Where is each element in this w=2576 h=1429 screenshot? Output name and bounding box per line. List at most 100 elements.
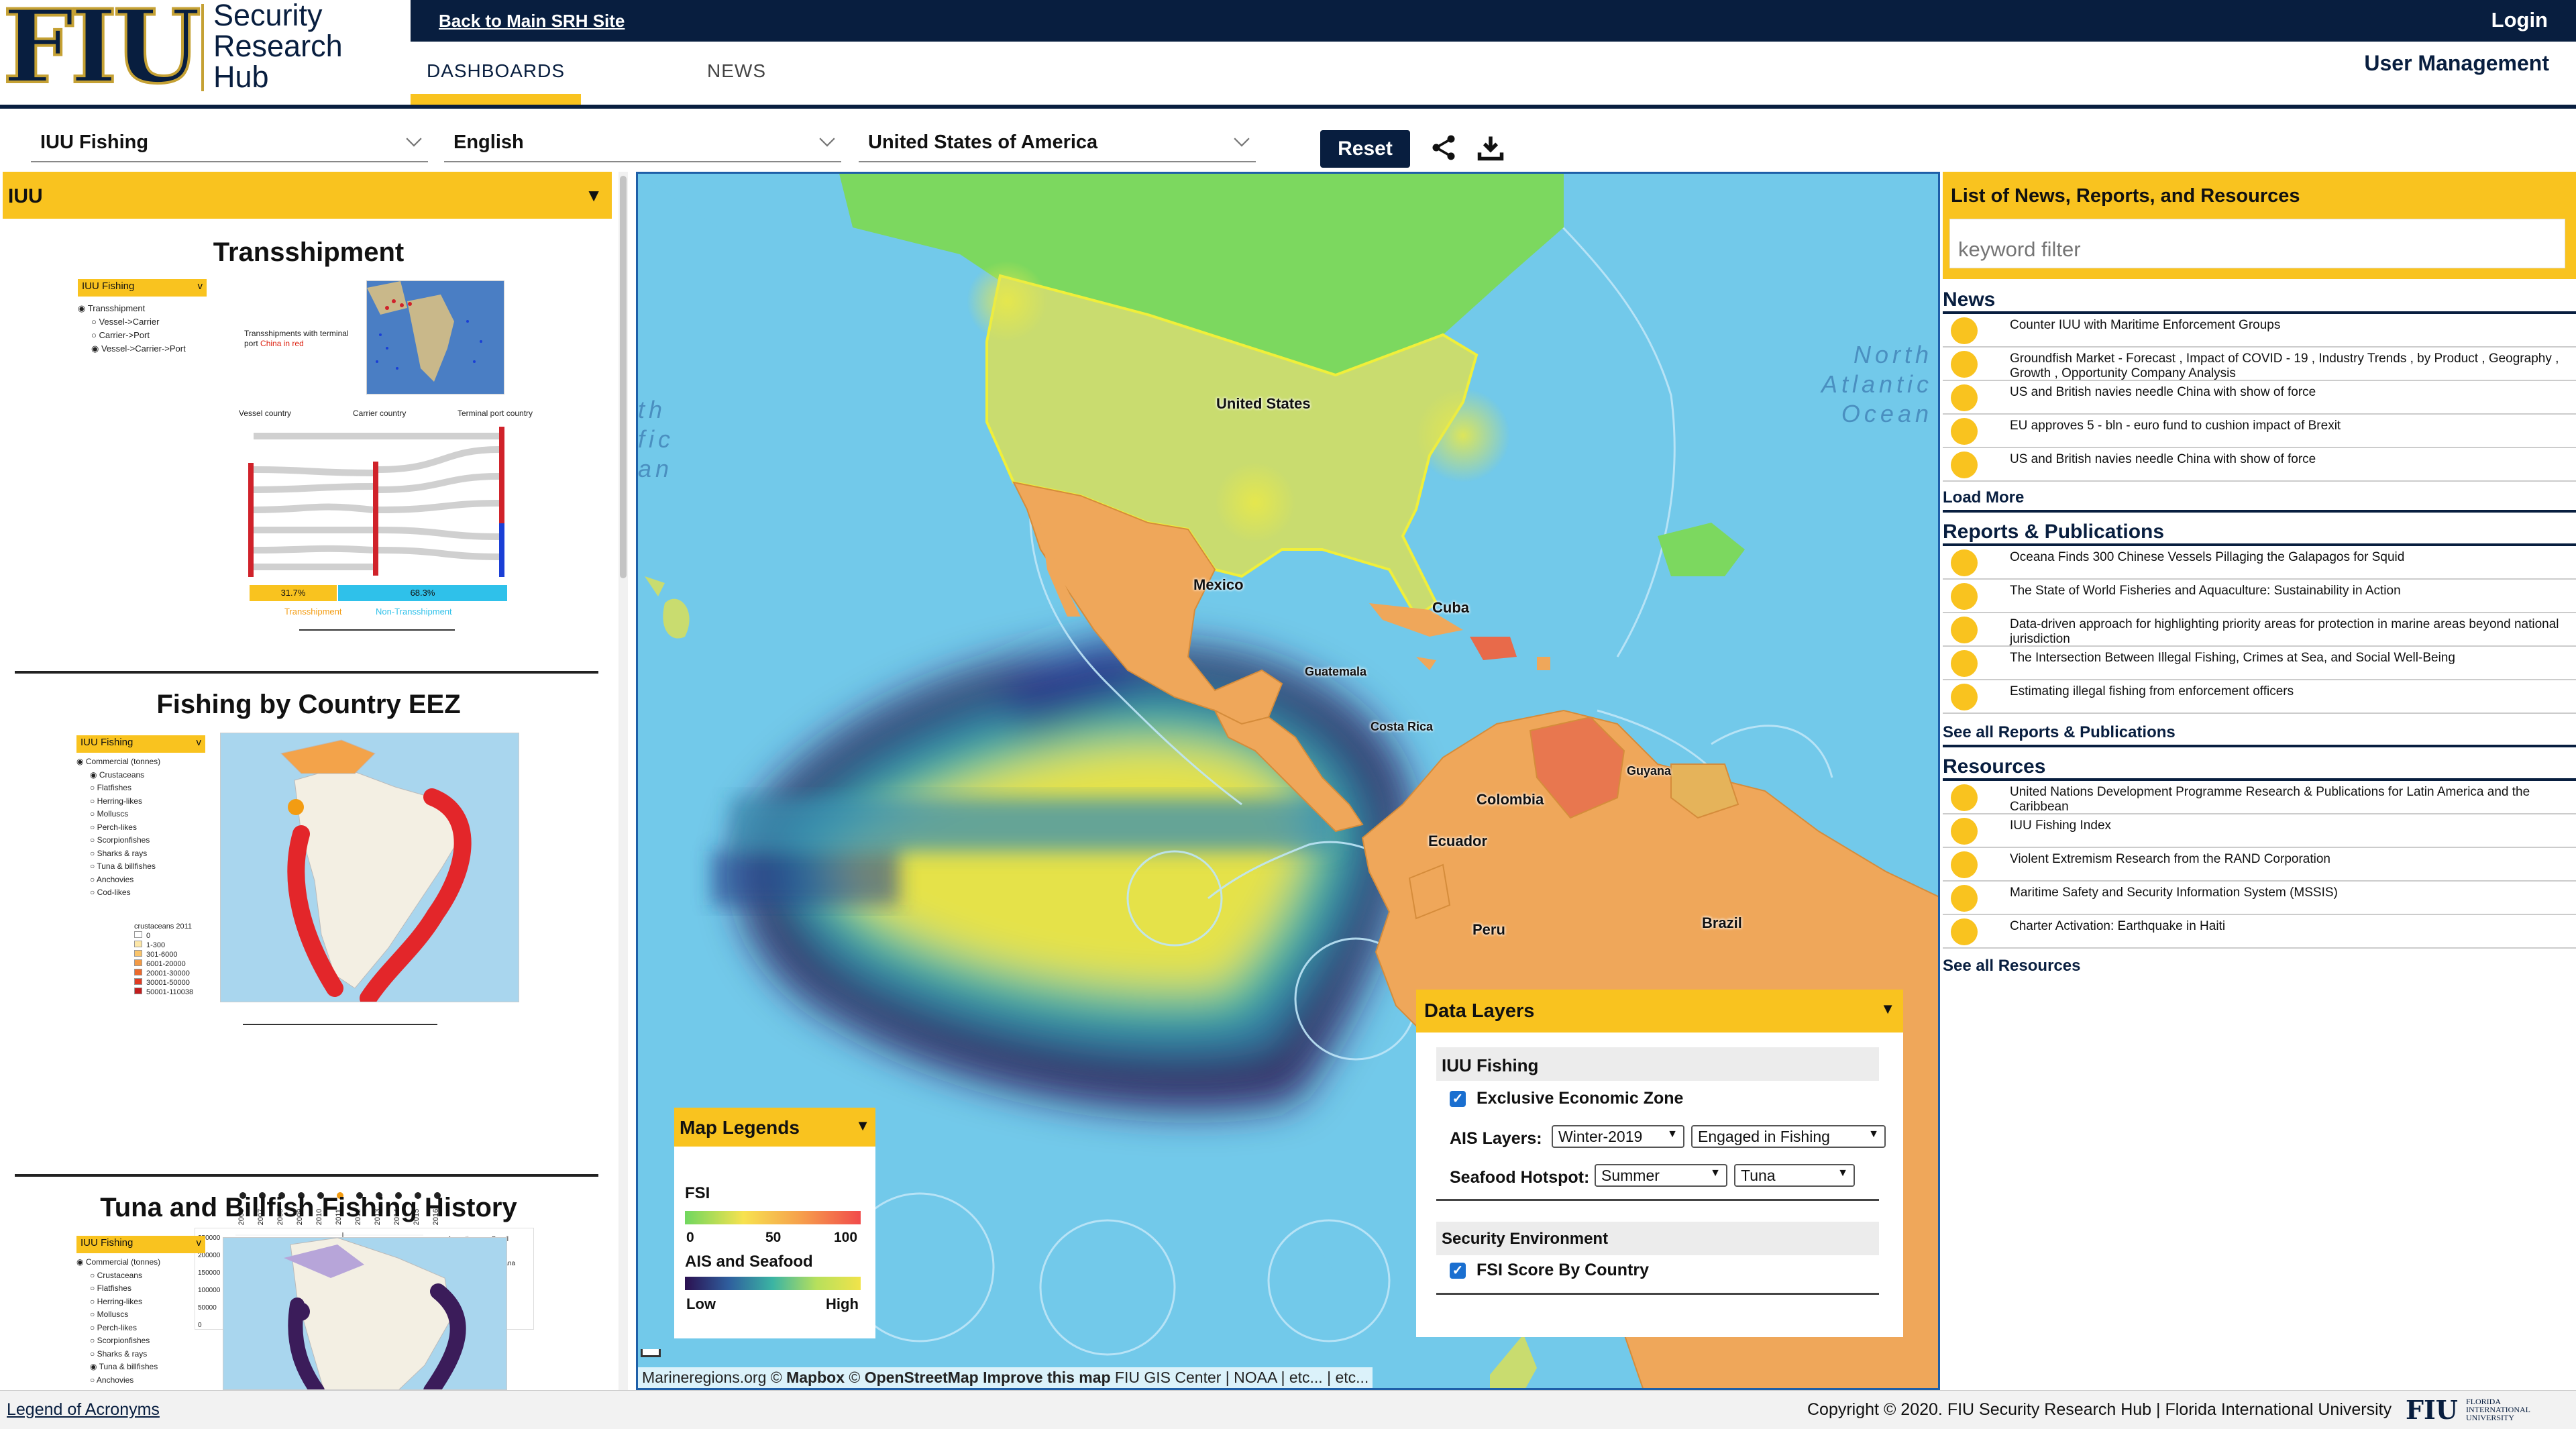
login-link[interactable]: Login (2491, 8, 2548, 32)
radio-option[interactable]: ◉ Transshipment (78, 302, 186, 315)
country-select-value: United States of America (868, 131, 1098, 153)
card-divider (15, 671, 598, 674)
bar-legend-non-transshipment: Non-Transshipment (376, 606, 452, 617)
dashboard-category-select[interactable]: IUU ▼ (3, 172, 612, 219)
load-more-link[interactable]: Load More (1943, 488, 2024, 507)
map-label-costa-rica: Costa Rica (1371, 720, 1434, 733)
radio-option[interactable]: ○ Perch-likes (76, 821, 160, 835)
resource-item-title: Violent Extremism Research from the RAND… (2010, 852, 2330, 866)
radio-option[interactable]: ◉ Commercial (tonnes) (76, 1256, 160, 1269)
transshipment-options[interactable]: ◉ Transshipment ○ Vessel->Carrier ○ Carr… (78, 302, 186, 356)
user-management-link[interactable]: User Management (2364, 51, 2549, 76)
fiu-logo[interactable]: FIU Security Research Hub (0, 0, 411, 107)
resource-item[interactable]: Maritime Safety and Security Information… (1943, 882, 2576, 915)
card-select[interactable]: IUU Fishing v (76, 1236, 205, 1253)
tab-dashboards[interactable]: DASHBOARDS (411, 60, 581, 82)
card-select[interactable]: IUU Fishing v (76, 735, 205, 753)
year-slider-track[interactable] (243, 1024, 437, 1025)
report-item[interactable]: Oceana Finds 300 Chinese Vessels Pillagi… (1943, 546, 2576, 580)
radio-option[interactable]: ◉ Commercial (tonnes) (76, 755, 160, 769)
ais-activity-select[interactable]: Engaged in Fishing ▼ (1691, 1125, 1886, 1148)
radio-option[interactable]: ○ Anchovies (76, 874, 160, 887)
radio-option[interactable]: ◉ Tuna & billfishes (76, 1361, 160, 1374)
improve-map-link[interactable]: Improve this map (983, 1369, 1110, 1386)
hotspot-season-select[interactable]: Summer ▼ (1595, 1164, 1727, 1187)
radio-option[interactable]: ○ Tuna & billfishes (76, 860, 160, 874)
back-to-main-link[interactable]: Back to Main SRH Site (439, 11, 625, 32)
resource-item[interactable]: United Nations Development Programme Res… (1943, 781, 2576, 814)
eez-map-graphic (280, 739, 472, 1002)
eez-layer-toggle[interactable]: ✓ Exclusive Economic Zone (1450, 1089, 1892, 1108)
country-select[interactable]: United States of America (859, 125, 1256, 162)
radio-option[interactable]: ○ Flatfishes (76, 1282, 160, 1295)
year-slider-track[interactable] (299, 629, 455, 631)
report-item[interactable]: The State of World Fisheries and Aquacul… (1943, 580, 2576, 613)
report-item[interactable]: Data-driven approach for highlighting pr… (1943, 613, 2576, 647)
radio-option[interactable]: ○ Herring-likes (76, 1295, 160, 1309)
news-item[interactable]: US and British navies needle China with … (1943, 381, 2576, 415)
tuna-mini-map[interactable] (223, 1237, 507, 1390)
news-item[interactable]: US and British navies needle China with … (1943, 448, 2576, 482)
card-select-value: IUU Fishing (80, 1237, 133, 1249)
attribution-link-mapbox[interactable]: Mapbox (786, 1369, 845, 1386)
radio-option[interactable]: ○ Scorpionfishes (76, 834, 160, 847)
radio-option[interactable]: ○ Sharks & rays (76, 847, 160, 861)
radio-icon: ○ (90, 848, 97, 858)
radio-option[interactable]: ◉ Vessel->Carrier->Port (78, 342, 186, 356)
report-item[interactable]: Estimating illegal fishing from enforcem… (1943, 680, 2576, 714)
radio-option[interactable]: ○ Cod-likes (76, 886, 160, 900)
share-icon[interactable] (1429, 133, 1458, 162)
checkbox-checked-icon[interactable]: ✓ (1450, 1091, 1466, 1108)
eez-mini-map[interactable] (220, 733, 519, 1002)
scrollbar-thumb[interactable] (620, 176, 627, 578)
news-item[interactable]: Groundfish Market - Forecast , Impact of… (1943, 348, 2576, 381)
news-item[interactable]: Counter IUU with Maritime Enforcement Gr… (1943, 314, 2576, 348)
radio-option[interactable]: ○ Sharks & rays (76, 1348, 160, 1361)
radio-option[interactable]: ○ Vessel->Carrier (78, 315, 186, 329)
radio-option[interactable]: ○ Scorpionfishes (76, 1334, 160, 1348)
map-legends-header[interactable]: Map Legends ▼ (674, 1108, 875, 1147)
resource-item[interactable]: IUU Fishing Index (1943, 814, 2576, 848)
ais-season-select[interactable]: Winter-2019 ▼ (1552, 1125, 1684, 1148)
tab-news[interactable]: NEWS (707, 60, 766, 82)
checkbox-checked-icon[interactable]: ✓ (1450, 1263, 1466, 1279)
radio-option[interactable]: ○ Flatfishes (76, 782, 160, 795)
keyword-filter-input[interactable] (1949, 219, 2565, 268)
hotspot-species-select[interactable]: Tuna ▼ (1734, 1164, 1855, 1187)
resource-item[interactable]: Charter Activation: Earthquake in Haiti (1943, 915, 2576, 949)
report-item[interactable]: The Intersection Between Illegal Fishing… (1943, 647, 2576, 680)
transshipment-mini-map[interactable] (366, 280, 504, 394)
radio-option[interactable]: ○ Molluscs (76, 808, 160, 821)
footer-fiu-logo[interactable]: FIU (2406, 1395, 2458, 1425)
topic-select[interactable]: IUU Fishing (31, 125, 428, 162)
legend-swatch (134, 950, 142, 957)
news-item[interactable]: EU approves 5 - bln - euro fund to cushi… (1943, 415, 2576, 448)
reset-button[interactable]: Reset (1320, 130, 1410, 168)
resource-item[interactable]: Violent Extremism Research from the RAND… (1943, 848, 2576, 882)
left-panel-scrollbar[interactable] (619, 172, 628, 1390)
radio-option[interactable]: ○ Carrier->Port (78, 329, 186, 342)
legend-of-acronyms-link[interactable]: Legend of Acronyms (7, 1400, 160, 1420)
map-legends-title: Map Legends (680, 1117, 800, 1138)
radio-option[interactable]: ○ Herring-likes (76, 795, 160, 808)
language-select[interactable]: English (444, 125, 841, 162)
attribution-link-osm[interactable]: OpenStreetMap (865, 1369, 979, 1386)
card-select[interactable]: IUU Fishing v (78, 279, 207, 297)
radio-option[interactable]: ○ Molluscs (76, 1308, 160, 1322)
fsi-country-layer-toggle[interactable]: ✓ FSI Score By Country (1450, 1261, 1892, 1280)
radio-option[interactable]: ○ Crustaceans (76, 1269, 160, 1283)
radio-option[interactable]: ◉ Crustaceans (76, 769, 160, 782)
radio-option[interactable]: ○ Perch-likes (76, 1322, 160, 1335)
radio-option[interactable]: ○ Anchovies (76, 1374, 160, 1387)
see-all-reports-link[interactable]: See all Reports & Publications (1943, 723, 2176, 742)
map-view[interactable]: th fic an North Atlantic Ocean United St… (636, 172, 1940, 1390)
radio-selected-icon: ◉ (76, 1257, 86, 1267)
legend-bin: 1-300 (134, 941, 193, 950)
data-layers-header[interactable]: Data Layers ▼ (1416, 990, 1903, 1033)
tuna-options[interactable]: ◉ Commercial (tonnes) ○ Crustaceans ○ Flat… (76, 1256, 160, 1387)
y-tick-label: 100000 (198, 1287, 221, 1294)
see-all-resources-link[interactable]: See all Resources (1943, 957, 2080, 975)
eez-options[interactable]: ◉ Commercial (tonnes) ◉ Crustaceans ○ Flat… (76, 755, 160, 900)
download-icon[interactable] (1476, 133, 1505, 162)
sankey-diagram[interactable] (241, 423, 510, 580)
